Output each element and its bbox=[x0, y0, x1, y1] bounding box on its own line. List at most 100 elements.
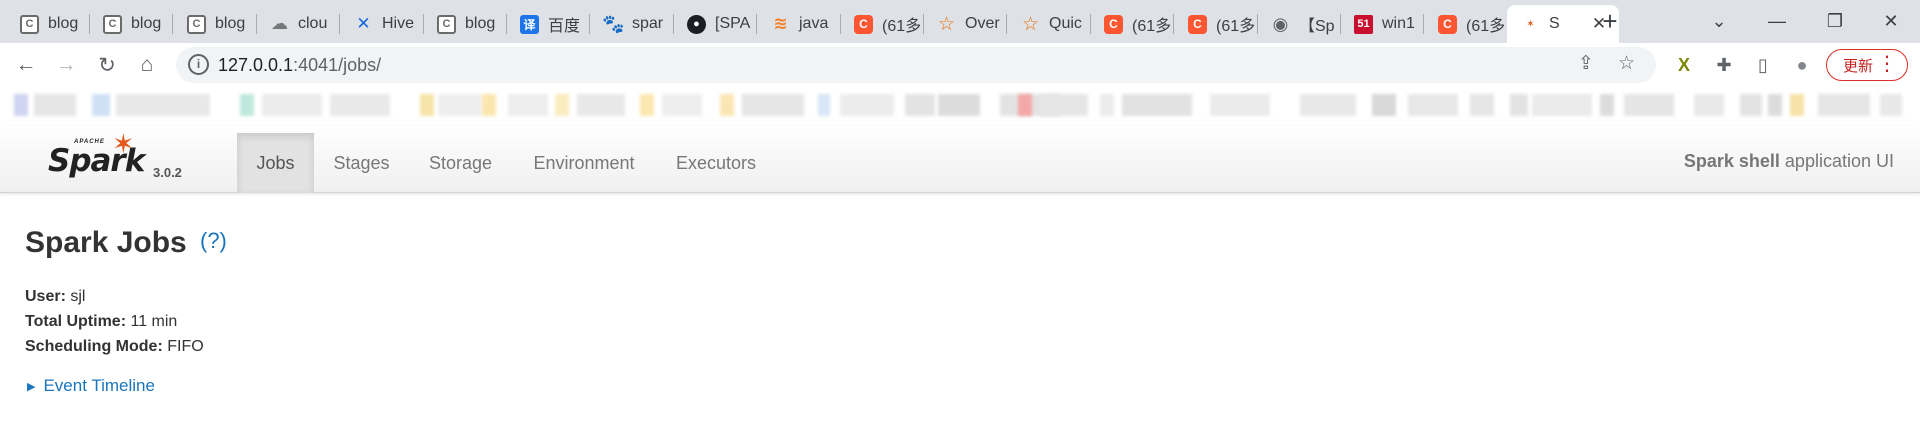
forward-button[interactable]: → bbox=[50, 49, 82, 81]
summary-value: sjl bbox=[65, 288, 86, 305]
bookmark-item[interactable] bbox=[1018, 94, 1032, 116]
bookmark-item[interactable] bbox=[640, 94, 654, 116]
bookmark-item[interactable] bbox=[1790, 94, 1804, 116]
confluence-icon: ✕ bbox=[356, 14, 371, 33]
bookmark-item[interactable] bbox=[1818, 94, 1870, 116]
menu-dots-icon: ⋮ bbox=[1877, 53, 1897, 75]
bookmark-item[interactable] bbox=[742, 94, 804, 116]
profile-avatar-icon[interactable]: ● bbox=[1787, 50, 1817, 80]
browser-tab[interactable]: Cblog bbox=[173, 5, 256, 43]
csdn-icon: C bbox=[1438, 14, 1457, 34]
minimize-button[interactable]: — bbox=[1748, 4, 1806, 38]
help-link[interactable]: (?) bbox=[200, 228, 227, 254]
browser-tab[interactable]: C (61多 bbox=[1090, 5, 1173, 43]
browser-tab[interactable]: 🐾 spar bbox=[590, 5, 673, 43]
event-timeline-toggle[interactable]: ▶ Event Timeline bbox=[27, 376, 155, 396]
nav-tab-storage[interactable]: Storage bbox=[409, 133, 512, 193]
bookmark-item[interactable] bbox=[92, 94, 110, 116]
nav-tab-environment[interactable]: Environment bbox=[512, 133, 656, 193]
bookmark-item[interactable] bbox=[1624, 94, 1674, 116]
baidu-paw-icon: 🐾 bbox=[602, 13, 625, 34]
bookmark-item[interactable] bbox=[938, 94, 980, 116]
back-button[interactable]: ← bbox=[10, 49, 42, 81]
bookmark-item[interactable] bbox=[662, 94, 702, 116]
browser-tab-strip: Cblog Cblog Cblog ☁ clou ✕ Hive Cblog 译百度 🐾 spar ●[… bbox=[0, 0, 1920, 43]
bookmark-item[interactable] bbox=[482, 94, 496, 116]
bookmark-item[interactable] bbox=[116, 94, 210, 116]
nav-tab-executors[interactable]: Executors bbox=[656, 133, 776, 193]
spark-logo[interactable]: APACHE Spark ✶ bbox=[46, 129, 156, 183]
bookmark-item[interactable] bbox=[34, 94, 76, 116]
url-text[interactable]: 127.0.0.1:4041/jobs/ bbox=[218, 55, 381, 76]
bookmark-item[interactable] bbox=[1600, 94, 1614, 116]
extensions-puzzle-icon[interactable]: ✚ bbox=[1709, 50, 1739, 80]
bookmark-item[interactable] bbox=[1040, 94, 1088, 116]
browser-tab[interactable]: C (61多 bbox=[840, 5, 923, 43]
tab-title: java bbox=[799, 15, 829, 32]
bookmark-item[interactable] bbox=[818, 94, 830, 116]
reload-button[interactable]: ↻ bbox=[91, 49, 123, 81]
browser-tab[interactable]: 译百度 bbox=[506, 5, 589, 43]
browser-tab[interactable]: 51 win1 bbox=[1340, 5, 1423, 43]
address-bar[interactable]: i 127.0.0.1:4041/jobs/ ⇪ ☆ bbox=[176, 47, 1656, 83]
bookmark-item[interactable] bbox=[420, 94, 434, 116]
bookmark-item[interactable] bbox=[1372, 94, 1396, 116]
bookmark-item[interactable] bbox=[577, 94, 625, 116]
home-button[interactable]: ⌂ bbox=[131, 49, 163, 81]
url-host: 127.0.0.1 bbox=[218, 55, 294, 75]
bookmark-item[interactable] bbox=[1300, 94, 1356, 116]
bookmark-star-icon[interactable]: ☆ bbox=[1618, 52, 1635, 75]
browser-tab[interactable]: C (61多 bbox=[1424, 5, 1507, 43]
browser-tab[interactable]: ≋ java bbox=[757, 5, 840, 43]
tab-search-button[interactable]: ⌄ bbox=[1690, 4, 1748, 38]
tab-title: blog bbox=[48, 15, 79, 32]
browser-tab[interactable]: C (61多 bbox=[1174, 5, 1257, 43]
bookmark-item[interactable] bbox=[1470, 94, 1494, 116]
bookmark-item[interactable] bbox=[1408, 94, 1458, 116]
close-window-button[interactable]: ✕ bbox=[1862, 4, 1920, 38]
browser-tab[interactable]: Cblog bbox=[6, 5, 89, 43]
nav-tab-stages[interactable]: Stages bbox=[314, 133, 409, 193]
globe-icon: ◉ bbox=[1272, 13, 1289, 34]
browser-tab[interactable]: ☁ clou bbox=[256, 5, 339, 43]
bookmark-item[interactable] bbox=[438, 94, 482, 116]
bookmark-item[interactable] bbox=[1880, 94, 1902, 116]
bookmark-item[interactable] bbox=[720, 94, 734, 116]
bookmark-item[interactable] bbox=[1532, 94, 1592, 116]
bookmarks-bar bbox=[0, 87, 1920, 121]
bookmark-item[interactable] bbox=[1768, 94, 1782, 116]
browser-tab[interactable]: ☆ Quic bbox=[1007, 5, 1090, 43]
browser-tab[interactable]: ● [SPA bbox=[673, 5, 756, 43]
bookmark-item[interactable] bbox=[1694, 94, 1724, 116]
bookmark-item[interactable] bbox=[1510, 94, 1528, 116]
browser-tab[interactable]: Cblog bbox=[423, 5, 506, 43]
new-tab-button[interactable]: + bbox=[1584, 4, 1636, 38]
update-button[interactable]: 更新 ⋮ bbox=[1826, 49, 1908, 81]
side-panel-icon[interactable]: ▯ bbox=[1748, 50, 1778, 80]
url-path: :4041/jobs/ bbox=[293, 55, 382, 75]
bookmark-item[interactable] bbox=[1740, 94, 1762, 116]
nav-tab-jobs[interactable]: Jobs bbox=[237, 133, 314, 193]
browser-tab[interactable]: ✕ Hive bbox=[340, 5, 423, 43]
bookmark-item[interactable] bbox=[240, 94, 254, 116]
stackoverflow-icon: ≋ bbox=[773, 14, 788, 33]
browser-tab[interactable]: Cblog bbox=[89, 5, 172, 43]
bookmark-item[interactable] bbox=[1210, 94, 1270, 116]
browser-tab[interactable]: ◉ 【Sp bbox=[1257, 5, 1340, 43]
bookmark-item[interactable] bbox=[905, 94, 935, 116]
bookmark-item[interactable] bbox=[330, 94, 390, 116]
bookmark-item[interactable] bbox=[555, 94, 569, 116]
back-arrow-icon: ← bbox=[15, 53, 37, 76]
site-info-icon[interactable]: i bbox=[188, 54, 209, 75]
extension-icon[interactable]: X bbox=[1669, 50, 1699, 80]
browser-tab[interactable]: ☆ Over bbox=[923, 5, 1006, 43]
bookmark-item[interactable] bbox=[14, 94, 28, 116]
bookmark-item[interactable] bbox=[1122, 94, 1192, 116]
bookmark-item[interactable] bbox=[262, 94, 322, 116]
bookmark-item[interactable] bbox=[1100, 94, 1114, 116]
bookmark-item[interactable] bbox=[840, 94, 894, 116]
csdn-icon: C bbox=[1104, 14, 1123, 34]
restore-button[interactable]: ❐ bbox=[1806, 4, 1864, 38]
share-icon[interactable]: ⇪ bbox=[1578, 52, 1594, 75]
bookmark-item[interactable] bbox=[508, 94, 548, 116]
